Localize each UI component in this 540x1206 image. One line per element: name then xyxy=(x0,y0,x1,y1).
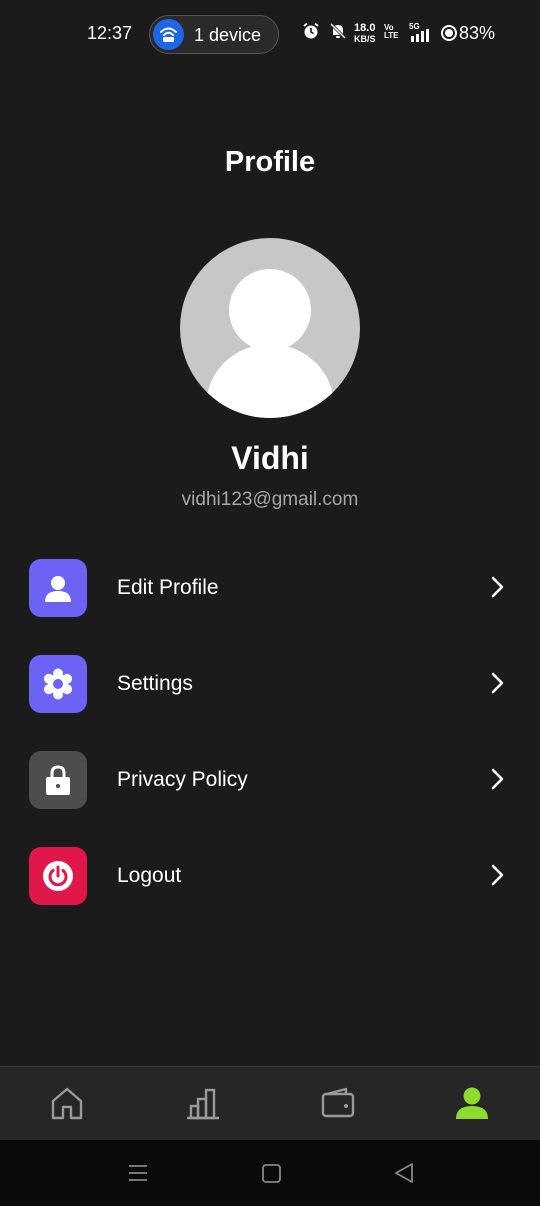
gear-icon xyxy=(43,668,73,700)
menu-item-logout[interactable]: Logout xyxy=(0,837,540,917)
menu-label: Settings xyxy=(117,672,193,695)
privacy-icon-box xyxy=(29,751,87,809)
menu-item-settings[interactable]: Settings xyxy=(0,645,540,725)
chevron-right-icon xyxy=(491,768,504,790)
hotspot-indicator[interactable]: 1 device xyxy=(149,15,279,54)
edit-profile-icon-box xyxy=(29,559,87,617)
menu-label: Privacy Policy xyxy=(117,768,248,791)
chevron-right-icon xyxy=(491,672,504,694)
back-triangle-icon[interactable] xyxy=(390,1160,418,1186)
bottom-nav xyxy=(0,1066,540,1140)
nav-stats-button[interactable] xyxy=(183,1083,223,1123)
menu-label: Logout xyxy=(117,864,182,887)
alarm-icon xyxy=(303,22,319,39)
hotspot-label: 1 device xyxy=(194,25,262,45)
wallet-icon xyxy=(321,1087,355,1118)
profile-icon xyxy=(456,1087,488,1119)
home-icon xyxy=(51,1087,83,1120)
logout-icon-box xyxy=(29,847,87,905)
power-icon xyxy=(43,861,73,891)
default-avatar-icon xyxy=(206,269,334,418)
avatar[interactable] xyxy=(180,238,360,418)
battery-icon xyxy=(441,25,457,41)
battery-percent: 83% xyxy=(459,23,496,43)
bell-off-icon xyxy=(329,22,347,40)
signal-icon: 5G xyxy=(408,22,432,42)
status-time: 12:37 xyxy=(87,23,133,43)
chart-icon xyxy=(187,1088,219,1120)
chevron-right-icon xyxy=(491,864,504,886)
status-bar: 12:37 1 device 18.0 KB/S Vo LTE 5G 83% xyxy=(0,0,540,70)
volte-indicator: Vo LTE xyxy=(384,23,399,40)
nav-home-button[interactable] xyxy=(47,1083,87,1123)
menu-item-privacy-policy[interactable]: Privacy Policy xyxy=(0,741,540,821)
hotspot-icon xyxy=(153,19,184,50)
home-square-icon[interactable] xyxy=(258,1160,286,1186)
nav-profile-button[interactable] xyxy=(452,1083,492,1123)
person-icon xyxy=(45,576,71,602)
nav-wallet-button[interactable] xyxy=(318,1083,358,1123)
lock-icon xyxy=(46,765,70,795)
page-title: Profile xyxy=(224,146,316,178)
menu-item-edit-profile[interactable]: Edit Profile xyxy=(0,549,540,629)
user-email: vidhi123@gmail.com xyxy=(181,489,359,510)
recents-icon[interactable] xyxy=(124,1160,152,1186)
chevron-right-icon xyxy=(491,576,504,598)
net-speed: 18.0 KB/S xyxy=(354,22,376,45)
menu-label: Edit Profile xyxy=(117,576,219,599)
system-nav-bar xyxy=(0,1140,540,1206)
settings-icon-box xyxy=(29,655,87,713)
user-name: Vidhi xyxy=(231,440,309,476)
